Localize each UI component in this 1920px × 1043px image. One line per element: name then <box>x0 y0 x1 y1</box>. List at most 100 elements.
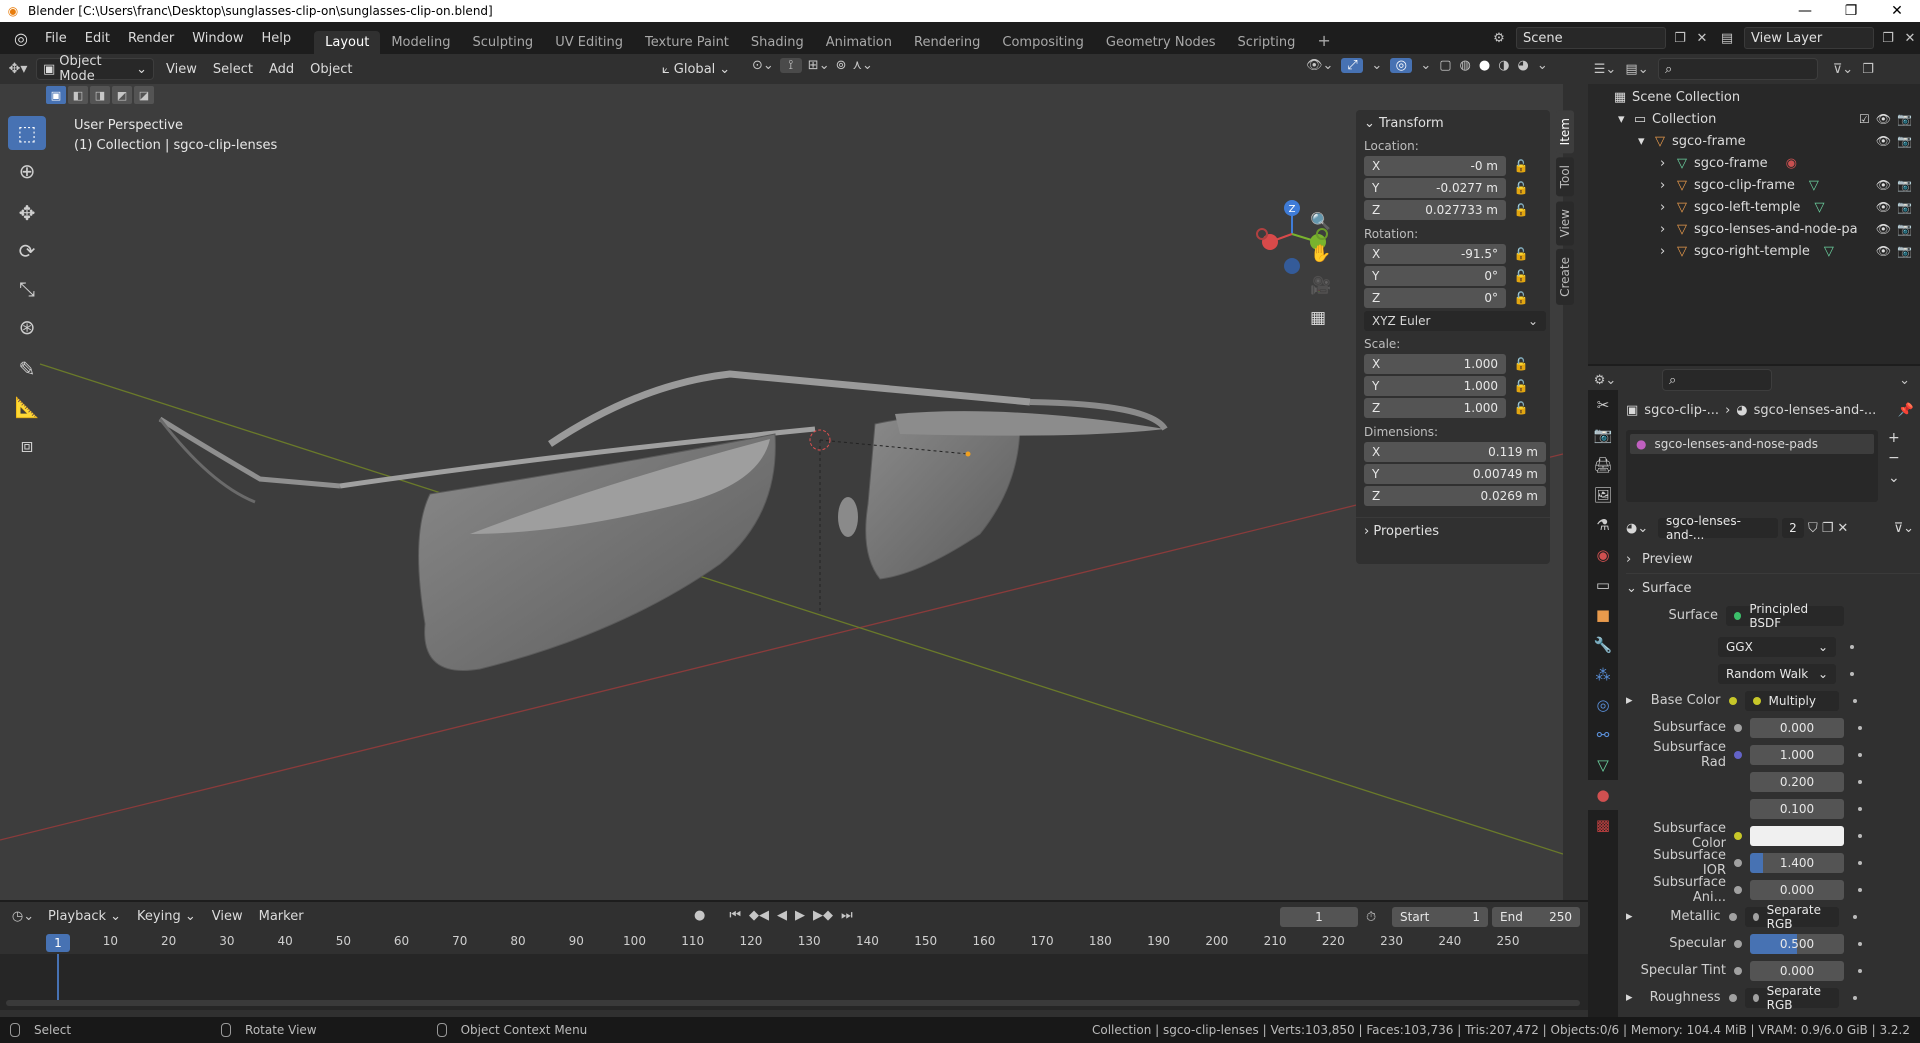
socket-icon[interactable] <box>1734 858 1742 867</box>
eye-icon[interactable]: 👁 <box>1876 178 1891 192</box>
outliner-item-sgco-frame-parent[interactable]: ▾ ▽ sgco-frame 👁 📷 <box>1588 130 1920 152</box>
mode-selector[interactable]: ▣ Object Mode ⌄ <box>36 54 154 84</box>
outliner-scene-collection[interactable]: ▦ Scene Collection <box>1588 86 1920 108</box>
lock-icon[interactable]: 🔓 <box>1506 159 1536 173</box>
proportional-edit-icon[interactable]: ⊚ <box>836 58 847 73</box>
jump-end-icon[interactable]: ⏭ <box>841 908 853 923</box>
particles-properties-icon[interactable]: ⁂ <box>1588 660 1618 690</box>
lock-icon[interactable]: 🔓 <box>1506 181 1536 195</box>
view-layer-selector[interactable]: View Layer <box>1744 27 1874 49</box>
outliner-item-sgco-lenses[interactable]: › ▽ sgco-lenses-and-node-pa 👁 📷 <box>1588 218 1920 240</box>
lock-icon[interactable]: 🔓 <box>1506 357 1536 371</box>
select-subtract-icon[interactable]: ◨ <box>90 86 110 104</box>
overlays-toggle-icon[interactable]: ◎ <box>1390 58 1413 73</box>
timeline-ruler[interactable]: 1 10 20 30 40 50 60 70 80 90 100 110 120 130 140 150 16… <box>0 932 1588 954</box>
filter-icon[interactable]: ⊽⌄ <box>1828 62 1858 77</box>
record-icon[interactable]: ● <box>694 908 705 923</box>
dimension-z-field[interactable]: Z 0.0269 m <box>1364 486 1546 506</box>
scale-y-field[interactable]: Y 1.000 <box>1364 376 1506 396</box>
keyframe-dot-icon[interactable] <box>1858 860 1862 865</box>
select-invert-icon[interactable]: ◩ <box>112 86 132 104</box>
material-name-field[interactable]: sgco-lenses-and-... <box>1658 514 1778 542</box>
socket-icon[interactable] <box>1728 696 1737 705</box>
socket-icon[interactable] <box>1734 831 1742 840</box>
tab-shading[interactable]: Shading <box>740 31 815 54</box>
menu-marker[interactable]: Marker <box>251 905 312 927</box>
outliner-editor-type-icon[interactable]: ☰⌄ <box>1588 62 1622 77</box>
user-count[interactable]: 2 <box>1782 518 1804 538</box>
rotation-y-field[interactable]: Y 0° <box>1364 266 1506 286</box>
tab-scripting[interactable]: Scripting <box>1227 31 1307 54</box>
location-z-field[interactable]: Z 0.027733 m <box>1364 200 1506 220</box>
outliner-item-sgco-right-temple[interactable]: › ▽ sgco-right-temple ▽ 👁 📷 <box>1588 240 1920 262</box>
eye-icon[interactable]: 👁 <box>1876 134 1891 148</box>
unlink-material-icon[interactable]: ✕ <box>1837 521 1848 536</box>
rotate-tool[interactable]: ⟳ <box>8 234 46 268</box>
number-field[interactable]: 0.000 <box>1750 717 1844 738</box>
camera-render-icon[interactable]: 📷 <box>1897 200 1912 214</box>
menu-edit[interactable]: Edit <box>76 31 119 46</box>
keyframe-dot-icon[interactable] <box>1852 698 1857 703</box>
solid-shading-icon[interactable]: ● <box>1479 58 1490 73</box>
menu-window[interactable]: Window <box>183 31 252 46</box>
menu-playback[interactable]: Playback ⌄ <box>40 905 129 927</box>
tab-tool[interactable]: Tool <box>1556 157 1574 197</box>
material-properties-icon[interactable]: ● <box>1588 780 1618 810</box>
scene-icon[interactable]: ⚙ <box>1488 31 1510 46</box>
linked-node-field[interactable]: Separate RGB <box>1744 984 1839 1012</box>
pivot-point-icon[interactable]: ⊙⌄ <box>752 58 774 73</box>
fake-user-icon[interactable]: ⛉ <box>1808 521 1818 536</box>
socket-icon[interactable] <box>1734 966 1742 975</box>
timeline-scrollbar[interactable] <box>6 1000 1580 1006</box>
rotation-x-field[interactable]: X -91.5° <box>1364 244 1506 264</box>
minimize-button[interactable]: — <box>1782 0 1828 22</box>
data-properties-icon[interactable]: ▽ <box>1588 750 1618 780</box>
surface-shader-field[interactable]: Principled BSDF <box>1726 602 1844 630</box>
number-field[interactable]: 0.000 <box>1750 960 1844 981</box>
surface-header[interactable]: ⌄ Surface <box>1626 574 1920 602</box>
camera-render-icon[interactable]: 📷 <box>1897 112 1912 126</box>
eye-icon[interactable]: 👁 <box>1876 222 1891 236</box>
material-slot-list[interactable]: ● sgco-lenses-and-nose-pads <box>1626 430 1878 502</box>
socket-icon[interactable] <box>1734 750 1742 759</box>
camera-render-icon[interactable]: 📷 <box>1897 134 1912 148</box>
material-slot-item[interactable]: ● sgco-lenses-and-nose-pads <box>1630 434 1874 454</box>
tab-view[interactable]: View <box>1556 200 1574 246</box>
view-layer-icon[interactable]: ▤ <box>1716 31 1738 46</box>
delete-scene-icon[interactable]: ✕ <box>1694 31 1710 46</box>
menu-file[interactable]: File <box>36 31 76 46</box>
dimension-y-field[interactable]: Y 0.00749 m <box>1364 464 1546 484</box>
distribution-selector[interactable]: GGX ⌄ <box>1718 636 1836 657</box>
select-box-tool[interactable]: ⬚ <box>8 116 46 150</box>
new-collection-icon[interactable]: ❐ <box>1858 62 1878 77</box>
grid-view-icon[interactable]: ▦ <box>1310 308 1331 328</box>
keyframe-dot-icon[interactable] <box>1858 968 1862 973</box>
timeline-editor-type-icon[interactable]: ◷⌄ <box>6 909 40 924</box>
overlays-menu-icon[interactable]: ⌄ <box>1420 58 1431 73</box>
jump-keyframe-forward-icon[interactable]: ▶◆ <box>813 908 833 923</box>
properties-header[interactable]: › Properties <box>1356 517 1550 545</box>
socket-icon[interactable] <box>1734 885 1742 894</box>
jump-start-icon[interactable]: ⏮ <box>729 908 741 923</box>
stopwatch-icon[interactable]: ⏱ <box>1366 910 1376 925</box>
render-properties-icon[interactable]: 📷 <box>1588 420 1618 450</box>
keyframe-dot-icon[interactable] <box>1858 779 1862 784</box>
preview-header[interactable]: › Preview <box>1626 546 1920 574</box>
rotation-z-field[interactable]: Z 0° <box>1364 288 1506 308</box>
menu-select[interactable]: Select <box>205 58 261 80</box>
delete-view-layer-icon[interactable]: ✕ <box>1902 31 1918 46</box>
menu-render[interactable]: Render <box>119 31 183 46</box>
annotate-tool[interactable]: ✎ <box>8 352 46 386</box>
remove-slot-icon[interactable]: − <box>1888 450 1900 466</box>
output-properties-icon[interactable]: 🖨 <box>1588 450 1618 480</box>
scale-z-field[interactable]: Z 1.000 <box>1364 398 1506 418</box>
keyframe-dot-icon[interactable] <box>1858 833 1862 838</box>
tab-texture-paint[interactable]: Texture Paint <box>634 31 740 54</box>
socket-icon[interactable] <box>1728 993 1737 1002</box>
linked-node-field[interactable]: Multiply <box>1744 690 1839 711</box>
pan-hand-icon[interactable]: ✋ <box>1310 244 1331 264</box>
menu-view[interactable]: View <box>158 58 205 80</box>
scale-tool[interactable]: ⤡ <box>8 272 46 306</box>
keyframe-dot-icon[interactable] <box>1858 752 1862 757</box>
lock-icon[interactable]: 🔓 <box>1506 203 1536 217</box>
